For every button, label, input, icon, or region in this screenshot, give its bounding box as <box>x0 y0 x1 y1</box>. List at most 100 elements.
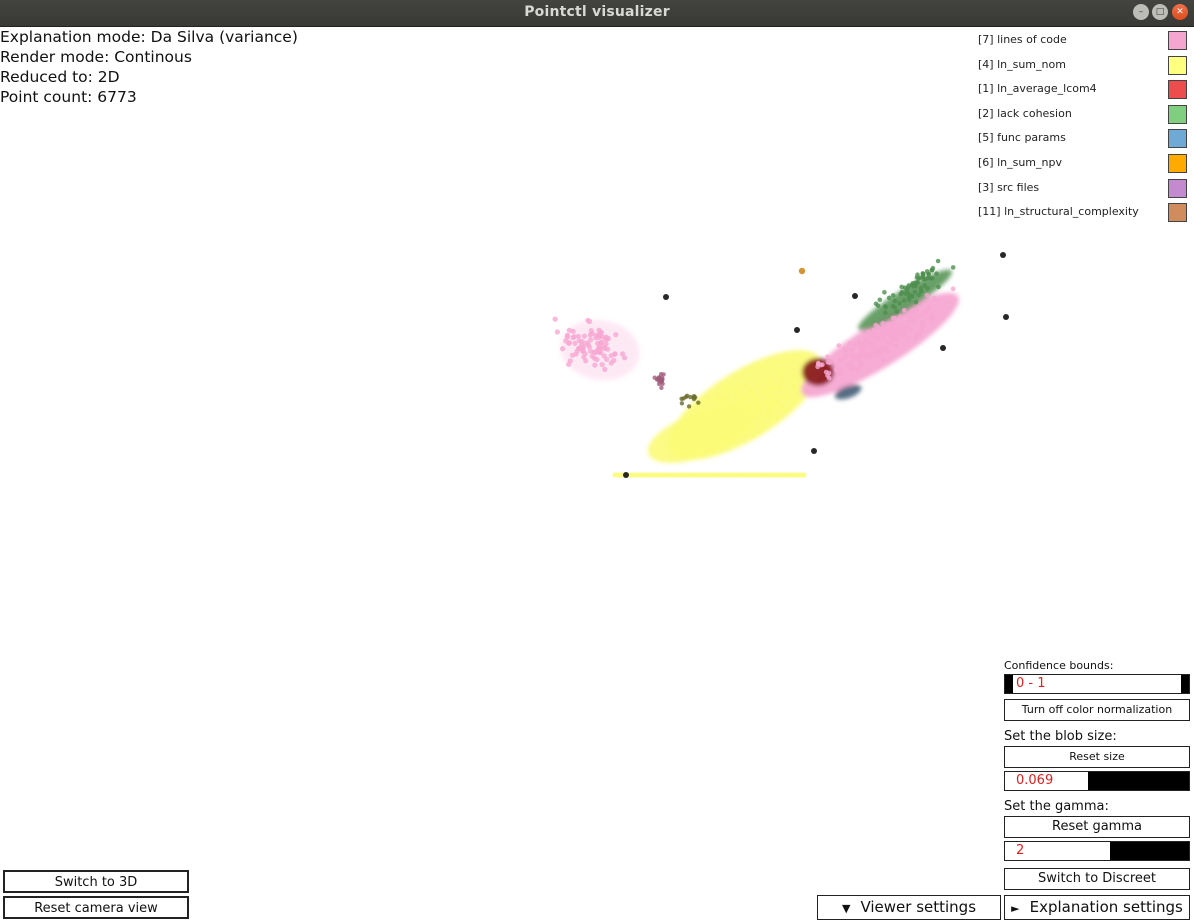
scatter-point <box>890 293 896 298</box>
scatter-point <box>886 295 892 301</box>
scatter-point <box>847 341 853 346</box>
scatter-point <box>887 331 893 337</box>
scatter-point <box>905 336 911 341</box>
scatter-point <box>907 326 913 332</box>
scatter-point <box>792 389 798 395</box>
scatter-point <box>684 393 690 398</box>
scatter-point <box>794 327 800 333</box>
scatter-point <box>920 320 926 325</box>
scatter-point <box>860 348 866 353</box>
scatter-point <box>883 339 889 345</box>
reset-camera-button[interactable]: Reset camera view <box>3 896 189 919</box>
close-icon[interactable]: ✕ <box>1172 4 1188 20</box>
gamma-label: Set the gamma: <box>1004 799 1109 814</box>
scatter-point <box>855 366 860 372</box>
scatter-point <box>679 396 684 401</box>
scatter-point <box>852 293 858 299</box>
scatter-point <box>723 385 728 391</box>
blob-size-slider[interactable]: 0.069 <box>1004 771 1190 791</box>
scatter-point <box>836 343 842 348</box>
scatter-point <box>837 372 843 377</box>
scatter-point <box>916 313 922 318</box>
scatter-point <box>743 432 748 438</box>
scatter-point <box>912 317 917 323</box>
scatter-point <box>622 355 628 361</box>
title-bar: Pointctl visualizer – □ ✕ <box>0 0 1194 27</box>
scatter-point <box>742 383 748 388</box>
scatter-point <box>661 372 666 377</box>
scatter-point <box>601 353 607 359</box>
scatter-point <box>724 413 730 419</box>
scatter-point <box>684 418 690 424</box>
scatter-point <box>915 331 921 336</box>
scatter-point <box>912 289 918 295</box>
scatter-point <box>892 298 898 304</box>
scatter-point <box>877 297 883 303</box>
scatter-point <box>566 340 572 346</box>
scatter-point <box>934 271 939 277</box>
maximize-icon[interactable]: □ <box>1152 4 1168 20</box>
scatter-point <box>860 360 865 366</box>
scatter-point <box>950 265 956 270</box>
scatter-point <box>920 271 926 277</box>
scatter-point <box>918 289 924 294</box>
scatter-point <box>592 362 598 368</box>
scatter-point <box>564 334 570 340</box>
scatter-point <box>890 315 896 321</box>
scatter-point <box>834 367 840 373</box>
scatter-point <box>882 328 888 334</box>
scatter-point <box>883 310 888 316</box>
scatter-point <box>917 275 923 281</box>
scatter-point <box>850 353 856 359</box>
point-cloud-canvas[interactable] <box>0 27 1194 667</box>
scatter-point <box>663 294 669 300</box>
scatter-point <box>591 349 597 355</box>
scatter-point <box>613 332 619 338</box>
scatter-point <box>889 322 895 328</box>
scatter-point <box>875 325 881 330</box>
confidence-slider[interactable]: 0 - 1 <box>1004 674 1190 694</box>
scatter-point <box>925 286 930 291</box>
scatter-point <box>1000 252 1006 258</box>
minimize-icon[interactable]: – <box>1133 4 1149 20</box>
scatter-point <box>798 267 806 275</box>
scatter-point <box>869 349 875 355</box>
switch-discreet-button[interactable]: Switch to Discreet <box>1004 868 1190 890</box>
viewer-settings-button[interactable]: ▼ Viewer settings <box>817 895 1001 920</box>
scatter-point <box>596 335 602 341</box>
blob-size-fill <box>1087 772 1189 790</box>
scatter-point <box>720 411 725 417</box>
scatter-point <box>924 269 930 274</box>
caret-right-icon: ► <box>1011 902 1020 915</box>
scatter-point <box>735 384 740 390</box>
scatter-point <box>708 416 714 422</box>
scatter-point <box>913 299 919 305</box>
scatter-point <box>929 267 935 273</box>
color-normalization-button[interactable]: Turn off color normalization <box>1004 699 1190 721</box>
scatter-point <box>741 396 747 402</box>
blob-size-value: 0.069 <box>1016 773 1054 788</box>
scatter-point <box>696 429 702 435</box>
scatter-point <box>868 334 874 339</box>
scatter-point <box>567 358 573 364</box>
reset-size-button[interactable]: Reset size <box>1004 746 1190 768</box>
scatter-point <box>595 340 601 346</box>
scatter-point <box>859 342 864 347</box>
scatter-point <box>611 357 617 364</box>
switch-3d-button[interactable]: Switch to 3D <box>3 870 189 893</box>
scatter-point <box>735 418 741 424</box>
scatter-point <box>929 316 935 322</box>
scatter-point <box>901 307 907 313</box>
scatter-point <box>874 335 880 341</box>
scatter-point <box>585 317 591 323</box>
scatter-point <box>899 284 904 290</box>
scatter-point <box>756 429 762 435</box>
confidence-lower-handle[interactable] <box>1005 675 1013 693</box>
scatter-point <box>876 352 882 358</box>
gamma-slider[interactable]: 2 <box>1004 841 1190 861</box>
scatter-point <box>724 401 730 407</box>
explanation-settings-button[interactable]: ► Explanation settings <box>1004 895 1190 920</box>
reset-gamma-button[interactable]: Reset gamma <box>1004 816 1190 838</box>
scatter-point <box>596 348 602 354</box>
confidence-upper-handle[interactable] <box>1181 675 1189 693</box>
